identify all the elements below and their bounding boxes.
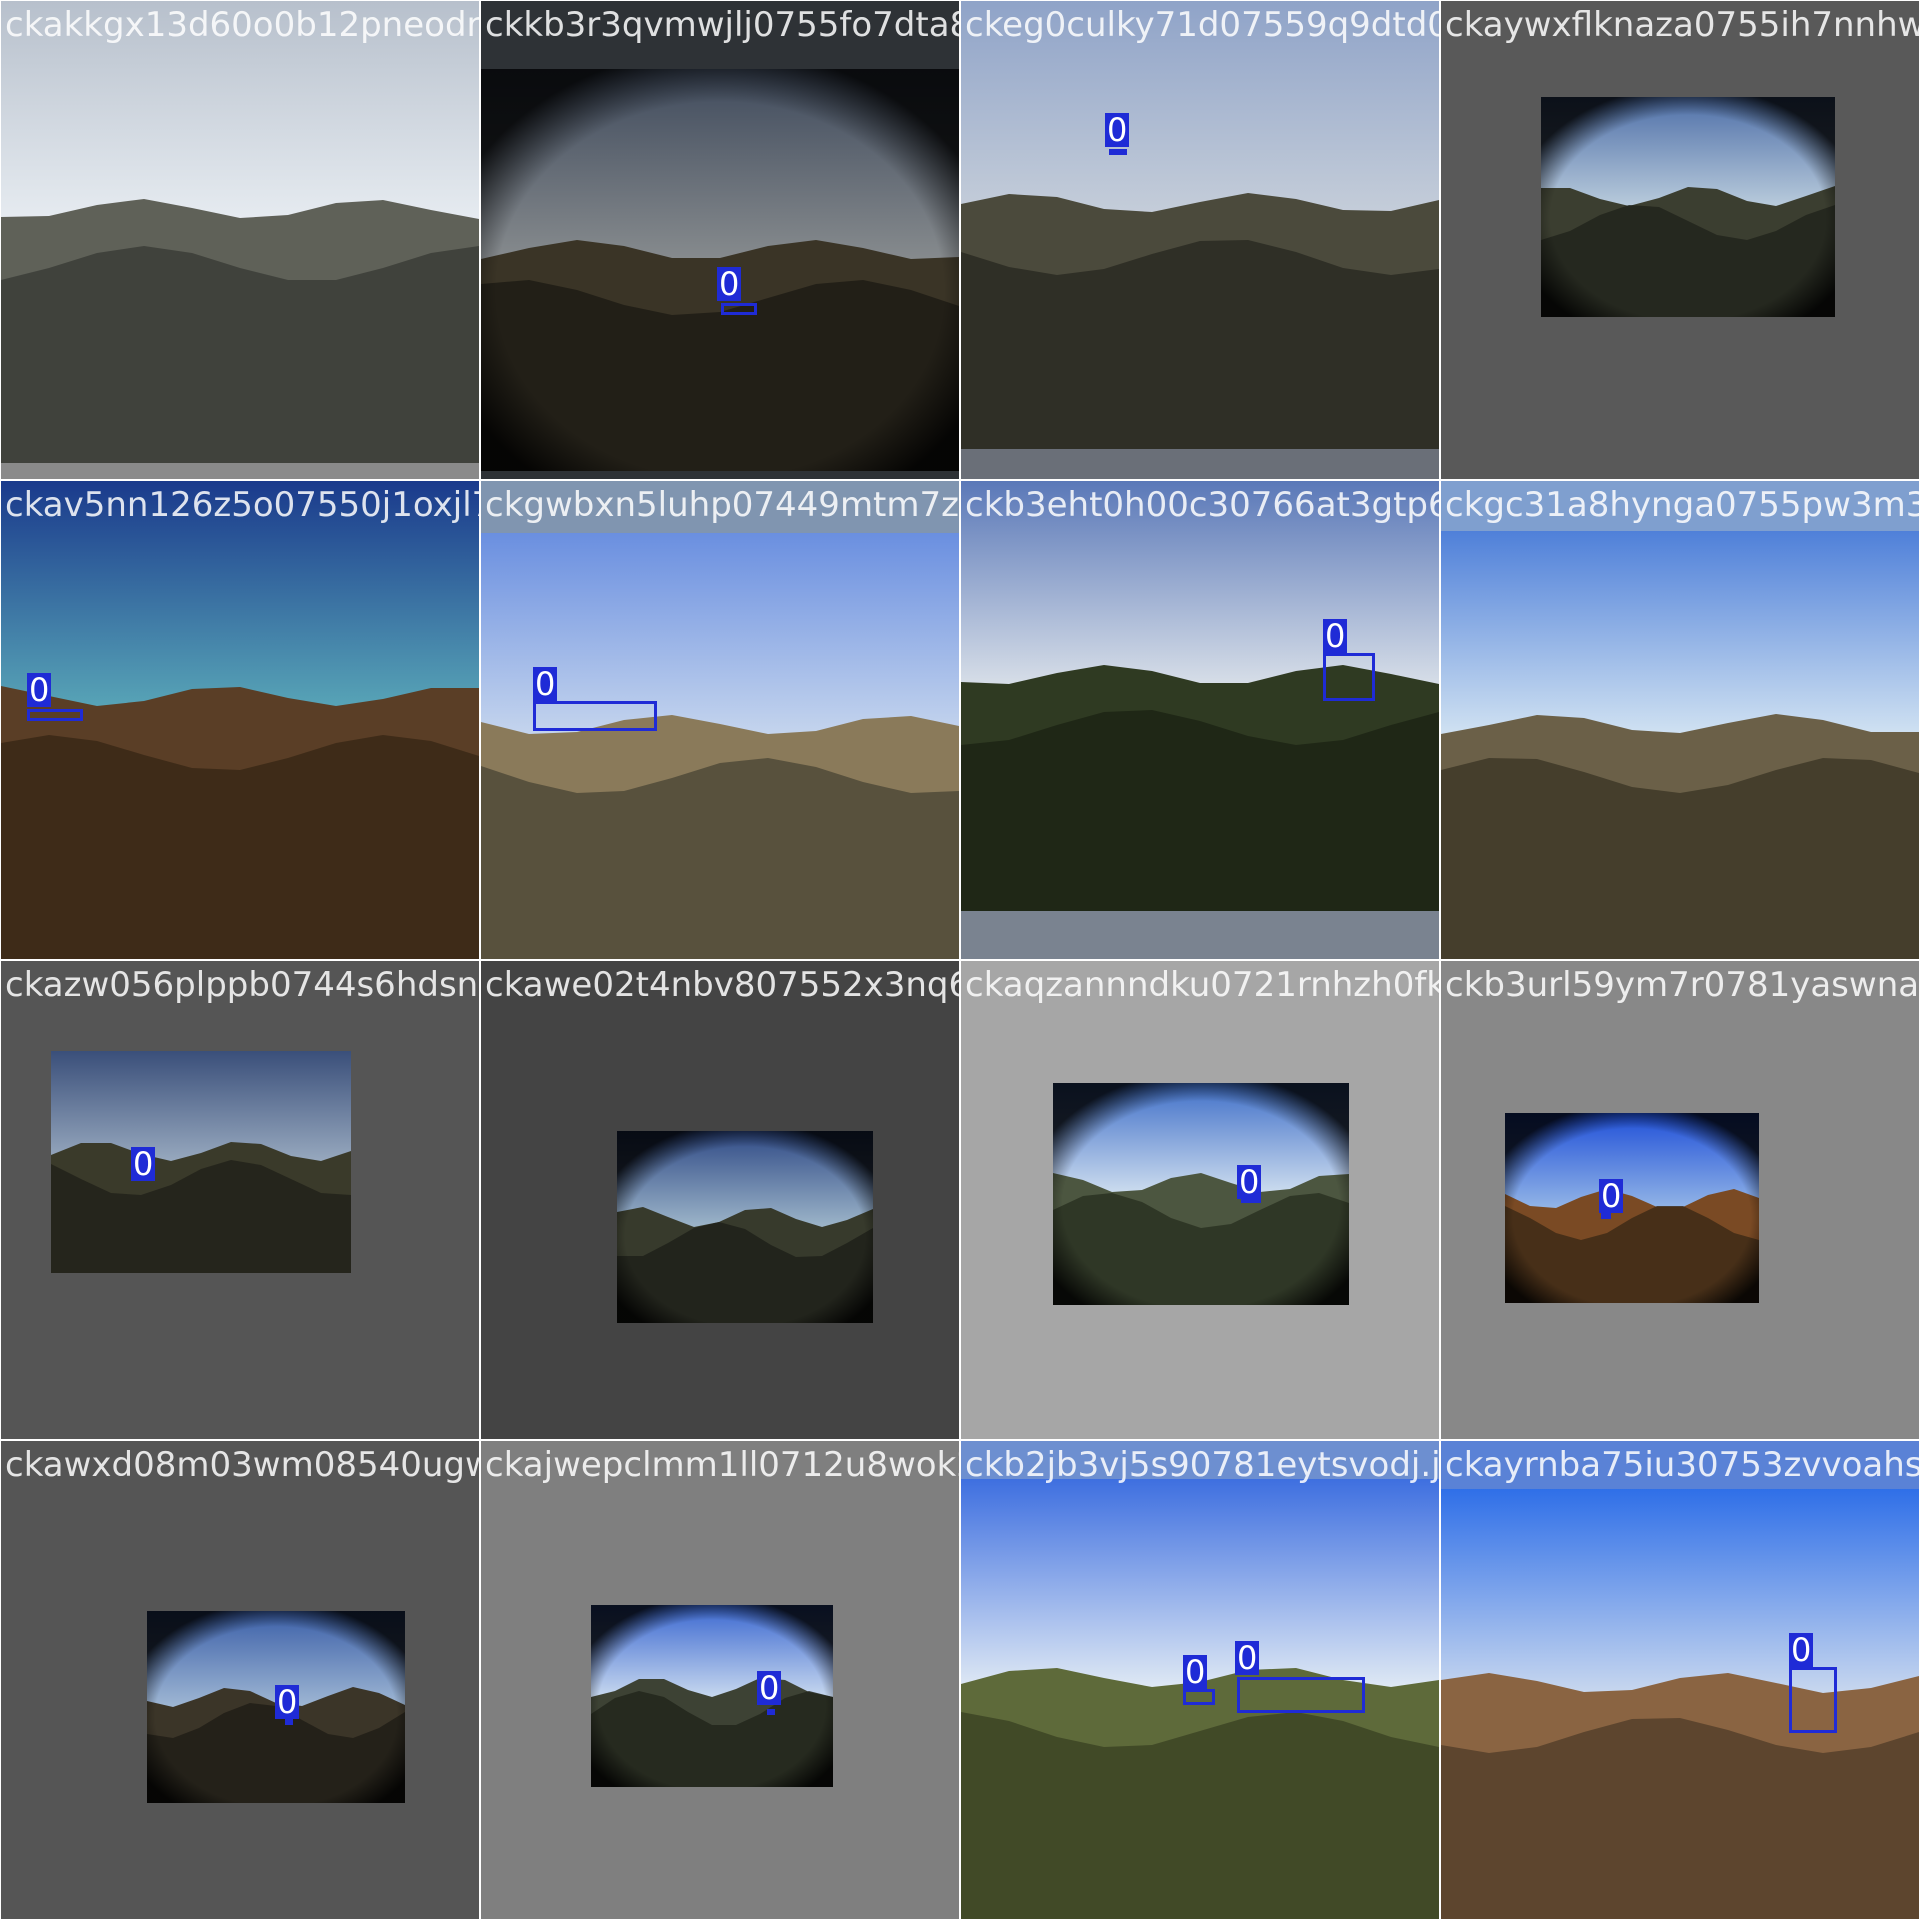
image-tile: 0 ckav5nn126z5o07550j1oxjl7.jpeg — [1, 481, 479, 959]
image-tile: ckaywxflknaza0755ih7nnhwg.jpeg — [1441, 1, 1919, 479]
camera-photo — [1441, 1489, 1919, 1919]
image-tile: 0 ckb3url59ym7r0781yaswna5.jpeg — [1441, 961, 1919, 1439]
detection-box — [1237, 1677, 1365, 1713]
image-tile: 0 ckayrnba75iu30753zvvoahsp.jpeg — [1441, 1441, 1919, 1919]
image-tile: 0 ckkb3r3qvmwjlj0755fo7dta8s.jpeg — [481, 1, 959, 479]
tile-filename: ckajwepclmm1ll0712u8wok2r.jpeg — [485, 1445, 959, 1485]
detection-box — [533, 701, 657, 731]
detection-box — [721, 303, 757, 315]
image-tile: 0 ckb3eht0h00c30766at3gtp6i.jpeg — [961, 481, 1439, 959]
tile-filename: ckkb3r3qvmwjlj0755fo7dta8s.jpeg — [485, 5, 959, 45]
detection-class-label: 0 — [1105, 111, 1130, 149]
tile-filename: ckav5nn126z5o07550j1oxjl7.jpeg — [5, 485, 479, 525]
tile-filename: ckeg0culky71d07559q9dtd0r.jpeg — [965, 5, 1439, 45]
camera-photo — [481, 533, 959, 959]
image-tile: 0 ckeg0culky71d07559q9dtd0r.jpeg — [961, 1, 1439, 479]
image-mosaic: ckakkgx13d60o0b12pneodr8x.jpeg 0 ckkb3r3qv… — [0, 0, 1920, 1920]
tile-filename: ckb2jb3vj5s90781eytsvodj.jpeg — [965, 1445, 1439, 1485]
image-tile: 0 ckajwepclmm1ll0712u8wok2r.jpeg — [481, 1441, 959, 1919]
tile-filename: ckgwbxn5luhp07449mtm7z5kb.jpeg — [485, 485, 959, 525]
tile-filename: ckb3eht0h00c30766at3gtp6i.jpeg — [965, 485, 1439, 525]
camera-photo — [51, 1051, 351, 1273]
tile-filename: ckakkgx13d60o0b12pneodr8x.jpeg — [5, 5, 479, 45]
detection-box — [1789, 1667, 1837, 1733]
detection-class-label: 0 — [1599, 1177, 1624, 1215]
camera-photo — [1441, 531, 1919, 959]
detection-class-label: 0 — [533, 665, 558, 703]
tile-filename: ckawe02t4nbv807552x3nq677.jpeg — [485, 965, 959, 1005]
detection-class-label: 0 — [1323, 617, 1348, 655]
tile-filename: ckb3url59ym7r0781yaswna5.jpeg — [1445, 965, 1919, 1005]
image-tile: 0 ckazw056plppb0744s6hdsnoh.jpeg — [1, 961, 479, 1439]
image-tile: 00 ckb2jb3vj5s90781eytsvodj.jpeg — [961, 1441, 1439, 1919]
detection-box — [1323, 653, 1375, 701]
tile-filename: ckaqzannndku0721rnhzh0fkb.jpeg — [965, 965, 1439, 1005]
image-tile: 0 ckawxd08m03wm08540ugwjdk.jpeg — [1, 1441, 479, 1919]
tile-filename: ckayrnba75iu30753zvvoahsp.jpeg — [1445, 1445, 1919, 1485]
detection-class-label: 0 — [1237, 1163, 1262, 1201]
tile-filename: ckgc31a8hynga0755pw3m3k.jpeg — [1445, 485, 1919, 525]
detection-class-label: 0 — [1183, 1653, 1208, 1691]
camera-photo — [1, 1, 479, 463]
camera-photo — [1505, 1113, 1759, 1303]
detection-class-label: 0 — [27, 671, 52, 709]
detection-box — [1183, 1689, 1215, 1705]
detection-class-label: 0 — [1789, 1631, 1814, 1669]
camera-photo — [1541, 97, 1835, 317]
camera-photo — [591, 1605, 833, 1787]
detection-box — [27, 709, 83, 721]
detection-class-label: 0 — [131, 1145, 156, 1183]
detection-class-label: 0 — [717, 265, 742, 303]
image-tile: ckakkgx13d60o0b12pneodr8x.jpeg — [1, 1, 479, 479]
detection-class-label: 0 — [275, 1683, 300, 1721]
detection-box — [1109, 149, 1127, 155]
image-tile: 0 ckgwbxn5luhp07449mtm7z5kb.jpeg — [481, 481, 959, 959]
detection-class-label: 0 — [757, 1669, 782, 1707]
detection-box — [767, 1709, 775, 1715]
tile-filename: ckawxd08m03wm08540ugwjdk.jpeg — [5, 1445, 479, 1485]
image-tile: ckgc31a8hynga0755pw3m3k.jpeg — [1441, 481, 1919, 959]
camera-photo — [617, 1131, 873, 1323]
tile-filename: ckaywxflknaza0755ih7nnhwg.jpeg — [1445, 5, 1919, 45]
detection-class-label: 0 — [1235, 1639, 1260, 1677]
image-tile: 0 ckaqzannndku0721rnhzh0fkb.jpeg — [961, 961, 1439, 1439]
image-tile: ckawe02t4nbv807552x3nq677.jpeg — [481, 961, 959, 1439]
camera-photo — [1053, 1083, 1349, 1305]
camera-photo — [961, 1, 1439, 449]
tile-filename: ckazw056plppb0744s6hdsnoh.jpeg — [5, 965, 479, 1005]
